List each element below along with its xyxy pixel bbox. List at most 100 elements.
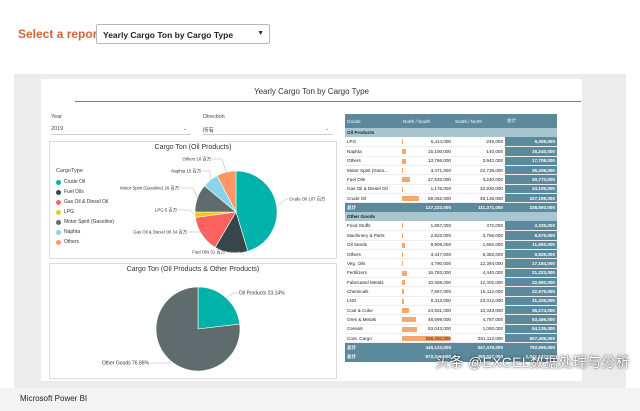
data-bar bbox=[402, 186, 403, 192]
table-row[interactable]: LPG 5,114,000 245,000 5,359,000 bbox=[345, 137, 557, 148]
direction-slicer-value[interactable]: 所有 bbox=[203, 126, 214, 134]
cell-north-south-value: 4,790,000 bbox=[430, 260, 451, 266]
cell-goods: Veg. Oils bbox=[345, 258, 401, 269]
cell-total: 26,209,000 bbox=[505, 165, 557, 176]
table-row[interactable]: Fabricated Metals 10,558,000 12,402,000 22,… bbox=[345, 277, 557, 288]
subtotal-row: 总计 445,123,000 347,476,000 792,599,000 bbox=[345, 342, 557, 353]
data-bar bbox=[402, 177, 410, 183]
cell-north-south-value: 9,908,000 bbox=[430, 242, 451, 248]
watermark-text: 头条 @EXCEL数据处理与分析 bbox=[435, 354, 630, 370]
data-bar bbox=[402, 317, 416, 323]
table-row[interactable]: Machinery & Parts 2,823,000 3,756,000 6,579… bbox=[345, 230, 557, 241]
table-row[interactable]: Gas Oil & Diesel Oil 1,176,000 32,930,000 3… bbox=[345, 184, 557, 194]
table-row[interactable]: Others 3,447,000 6,382,000 9,829,000 bbox=[345, 249, 557, 260]
year-slicer-underline bbox=[51, 134, 191, 135]
footer-bar: Microsoft Power BI bbox=[0, 388, 640, 411]
direction-slicer-label: Direction bbox=[203, 114, 225, 120]
header-total[interactable]: 总计 bbox=[505, 114, 557, 128]
cell-north-south: 5,114,000 bbox=[401, 137, 453, 148]
subtotal-total: 238,593,000 bbox=[505, 202, 557, 213]
year-slicer-value[interactable]: 2019 bbox=[51, 126, 63, 132]
cell-south-north: 15,112,000 bbox=[453, 286, 505, 297]
table-row[interactable]: Fuel Oils 27,533,000 3,240,000 30,773,000 bbox=[345, 174, 557, 185]
oil-products-pie-chart[interactable]: Cargo Ton (Oil Products) CargoType Crude… bbox=[49, 141, 337, 259]
header-north-south[interactable]: North / South bbox=[401, 114, 453, 128]
year-slicer-label: Year bbox=[51, 114, 63, 120]
cell-south-north: 10,343,000 bbox=[453, 305, 505, 316]
table-row[interactable]: Ores & Metals 48,699,000 4,787,000 53,486,0… bbox=[345, 314, 557, 325]
table-row[interactable]: Coal & Coke 24,931,000 10,343,000 35,274,00… bbox=[345, 305, 557, 316]
data-bar bbox=[402, 298, 405, 304]
chevron-down-icon: ▼ bbox=[257, 30, 264, 37]
cargo-matrix-table[interactable]: Goods North / South South / North 总计 Oil… bbox=[345, 114, 557, 362]
cell-south-north: 251,112,000 bbox=[453, 333, 505, 344]
report-canvas: Yearly Cargo Ton by Cargo Type Year 2019… bbox=[41, 79, 582, 381]
cell-goods: Chemicals bbox=[345, 286, 401, 297]
header-goods[interactable]: Goods bbox=[345, 114, 401, 128]
table-row[interactable]: Others 13,766,000 3,942,000 17,708,000 bbox=[345, 156, 557, 166]
cell-north-south: 9,908,000 bbox=[401, 240, 453, 250]
group-label[interactable]: Other Goods bbox=[345, 212, 557, 222]
report-select-dropdown[interactable]: Yearly Cargo Ton by Cargo Type ▼ bbox=[96, 24, 270, 44]
pie-data-label: Motor Spirit (Gasoline) 26 百万 bbox=[120, 186, 179, 192]
cell-total: 35,274,000 bbox=[505, 305, 557, 316]
group-label[interactable]: Oil Products bbox=[345, 128, 557, 138]
cell-goods: Motor Spirit (Gaso... bbox=[345, 165, 401, 176]
data-bar bbox=[402, 167, 403, 173]
cell-north-south: 4,790,000 bbox=[401, 258, 453, 269]
cell-total: 53,486,000 bbox=[505, 314, 557, 325]
cell-south-north: 12,394,000 bbox=[453, 258, 505, 269]
cell-total: 507,406,000 bbox=[505, 333, 557, 344]
table-row[interactable]: Fertilizers 16,783,000 4,440,000 21,223,000 bbox=[345, 268, 557, 279]
table-row[interactable]: Motor Spirit (Gaso... 3,471,000 22,738,000… bbox=[345, 165, 557, 176]
chart1-svg: Crude Oil 107 百万 Fuel Oils 31 百万 Gas Oil &… bbox=[120, 157, 326, 256]
cell-goods: LPG bbox=[345, 137, 401, 148]
cell-north-south-value: 16,783,000 bbox=[428, 270, 451, 276]
cell-total: 21,223,000 bbox=[505, 268, 557, 279]
cell-goods: LNG bbox=[345, 296, 401, 307]
cell-north-south-value: 13,766,000 bbox=[428, 158, 451, 164]
pie-leader-line bbox=[178, 209, 196, 215]
table-row[interactable]: Oil Seeds 9,908,000 1,692,000 11,600,000 bbox=[345, 240, 557, 250]
table-row[interactable]: Crude Oil 59,062,000 48,136,000 107,198,000 bbox=[345, 193, 557, 204]
cell-total: 54,135,000 bbox=[505, 324, 557, 335]
cell-north-south-value: 24,931,000 bbox=[428, 307, 451, 313]
cell-north-south-value: 256,294,000 bbox=[425, 335, 451, 341]
cell-north-south: 2,823,000 bbox=[401, 230, 453, 241]
cell-south-north: 4,440,000 bbox=[453, 268, 505, 279]
power-bi-brand-link[interactable]: Microsoft Power BI bbox=[20, 394, 87, 403]
table-row[interactable]: Chemicals 7,867,000 15,112,000 22,979,000 bbox=[345, 286, 557, 297]
table-row[interactable]: LNG 8,113,000 23,312,000 31,425,000 bbox=[345, 296, 557, 307]
cell-north-south-value: 3,471,000 bbox=[430, 167, 451, 173]
data-bar bbox=[402, 251, 403, 257]
cell-north-south-value: 10,558,000 bbox=[428, 279, 451, 285]
cell-north-south: 1,867,000 bbox=[401, 221, 453, 232]
cell-south-north: 6,382,000 bbox=[453, 249, 505, 260]
cell-south-north: 1,092,000 bbox=[453, 324, 505, 335]
total-products-pie-chart[interactable]: Cargo Ton (Oil Products & Other Products… bbox=[49, 263, 337, 379]
cell-north-south: 24,931,000 bbox=[401, 305, 453, 316]
group-row: Other Goods bbox=[345, 212, 557, 222]
data-bar bbox=[402, 158, 406, 164]
data-bar bbox=[402, 223, 403, 229]
table-row[interactable]: Cont. Cargo 256,294,000 251,112,000 507,406… bbox=[345, 333, 557, 344]
direction-chevron-down-icon[interactable]: ⌄ bbox=[325, 126, 329, 132]
cell-goods: Gas Oil & Diesel Oil bbox=[345, 184, 401, 194]
top-bar: Select a report: Yearly Cargo Ton by Car… bbox=[0, 0, 640, 70]
table-row[interactable]: Naphta 15,100,000 140,000 15,240,000 bbox=[345, 146, 557, 157]
cell-south-north: 3,942,000 bbox=[453, 156, 505, 166]
cell-north-south: 59,062,000 bbox=[401, 193, 453, 204]
cell-north-south-value: 15,100,000 bbox=[428, 148, 451, 154]
pie-data-label: Others 18 百万 bbox=[182, 157, 211, 163]
subtotal-row: 总计 127,222,000 111,371,000 238,593,000 bbox=[345, 202, 557, 213]
cell-south-north: 22,738,000 bbox=[453, 165, 505, 176]
cell-north-south: 8,113,000 bbox=[401, 296, 453, 307]
table-row[interactable]: Cereals 53,043,000 1,092,000 54,135,000 bbox=[345, 324, 557, 335]
pie-data-label: LPG 5 百万 bbox=[155, 208, 178, 214]
table-row[interactable]: Veg. Oils 4,790,000 12,394,000 17,184,000 bbox=[345, 258, 557, 269]
header-south-north[interactable]: South / North bbox=[453, 114, 505, 128]
table-row[interactable]: Food Stuffs 1,867,000 472,000 2,339,000 bbox=[345, 221, 557, 232]
year-chevron-down-icon[interactable]: ⌄ bbox=[183, 126, 187, 132]
cell-goods: Others bbox=[345, 156, 401, 166]
cell-south-north: 48,136,000 bbox=[453, 193, 505, 204]
